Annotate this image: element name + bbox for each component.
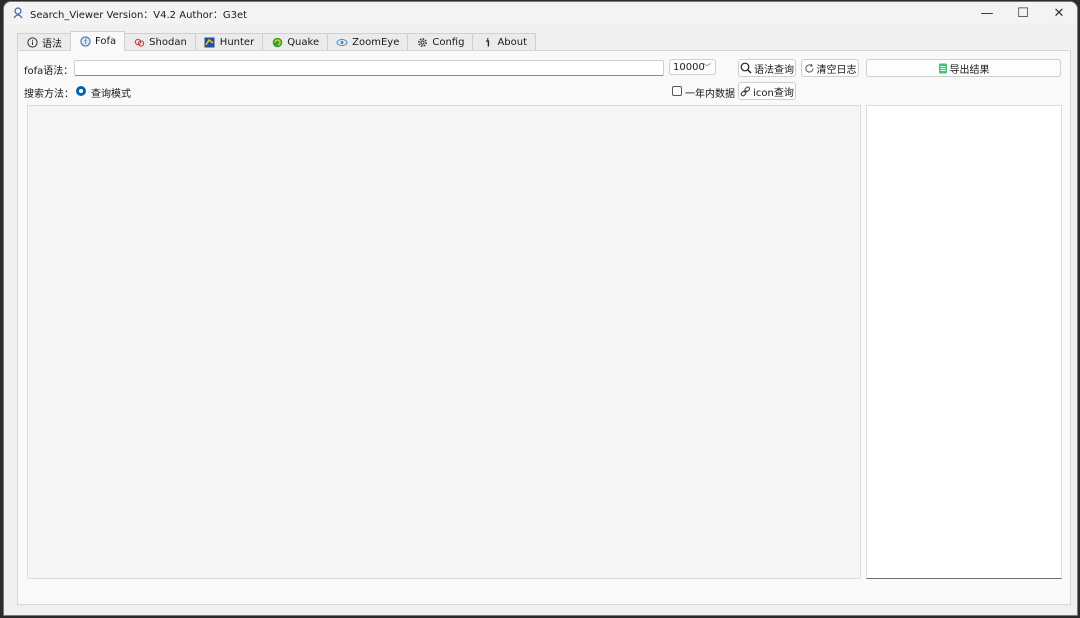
query-label: fofa语法：: [24, 66, 74, 77]
minimize-button[interactable]: —: [969, 2, 1005, 24]
window-title: Search_Viewer Version：V4.2 Author：G3et: [30, 9, 248, 21]
shodan-icon: [133, 37, 145, 49]
tab-about[interactable]: About: [472, 33, 537, 51]
app-window: Search_Viewer Version：V4.2 Author：G3et —…: [3, 1, 1078, 616]
query-input[interactable]: [74, 60, 664, 76]
zoomeye-icon: [336, 37, 348, 49]
gear-icon: [416, 37, 428, 49]
search-button-label: 语法查询: [754, 64, 794, 76]
app-logo-icon: [12, 7, 24, 19]
quake-icon: [271, 37, 283, 49]
search-button[interactable]: 语法查询: [738, 59, 796, 77]
tab-bar: 语法 f Fofa Shodan Hunter Quake ZoomEye Co…: [17, 31, 537, 51]
icon-query-button[interactable]: icon查询: [738, 82, 796, 100]
clear-log-button[interactable]: 清空日志: [801, 59, 859, 77]
tab-label: About: [497, 37, 528, 48]
fofa-panel: fofa语法： 10000 ﹀ 语法查询 清空日志 导出结果 搜索方法： 查询模…: [17, 50, 1071, 605]
maximize-button[interactable]: ☐: [1005, 2, 1041, 24]
close-button[interactable]: ✕: [1041, 2, 1077, 24]
link-icon: [740, 85, 751, 96]
tab-syntax[interactable]: 语法: [17, 33, 71, 51]
results-table[interactable]: [27, 105, 861, 579]
query-mode-radio[interactable]: [76, 86, 86, 96]
icon-query-button-label: icon查询: [753, 87, 794, 99]
query-mode-label: 查询模式: [91, 89, 131, 100]
search-icon: [740, 62, 752, 74]
title-bar[interactable]: Search_Viewer Version：V4.2 Author：G3et —…: [4, 2, 1077, 24]
export-button-label: 导出结果: [949, 64, 990, 76]
tab-label: Quake: [287, 37, 320, 48]
size-value: 10000: [673, 61, 705, 73]
info-icon: [26, 37, 38, 49]
refresh-icon: [804, 63, 813, 73]
one-year-checkbox[interactable]: [672, 86, 682, 96]
size-select[interactable]: 10000 ﹀: [669, 59, 716, 75]
tab-config[interactable]: Config: [407, 33, 474, 51]
tab-fofa[interactable]: f Fofa: [70, 31, 126, 51]
tab-label: Shodan: [149, 37, 187, 48]
method-label: 搜索方法：: [24, 89, 74, 100]
tab-label: ZoomEye: [352, 37, 400, 48]
tab-label: Config: [432, 37, 465, 48]
tab-quake[interactable]: Quake: [262, 33, 329, 51]
chevron-down-icon: ﹀: [703, 63, 711, 72]
export-button[interactable]: 导出结果: [866, 59, 1061, 77]
about-icon: [481, 37, 493, 49]
one-year-label: 一年内数据: [685, 89, 735, 100]
document-icon: [938, 63, 947, 73]
tab-hunter[interactable]: Hunter: [194, 33, 264, 51]
log-panel[interactable]: [866, 105, 1062, 579]
tab-zoomeye[interactable]: ZoomEye: [327, 33, 409, 51]
tab-label: Hunter: [219, 37, 255, 48]
fofa-icon: f: [79, 36, 91, 48]
clear-log-button-label: 清空日志: [816, 64, 857, 76]
tab-label: 语法: [42, 39, 62, 50]
tab-shodan[interactable]: Shodan: [124, 33, 196, 51]
tab-label: Fofa: [95, 36, 117, 47]
hunter-icon: [204, 37, 216, 49]
